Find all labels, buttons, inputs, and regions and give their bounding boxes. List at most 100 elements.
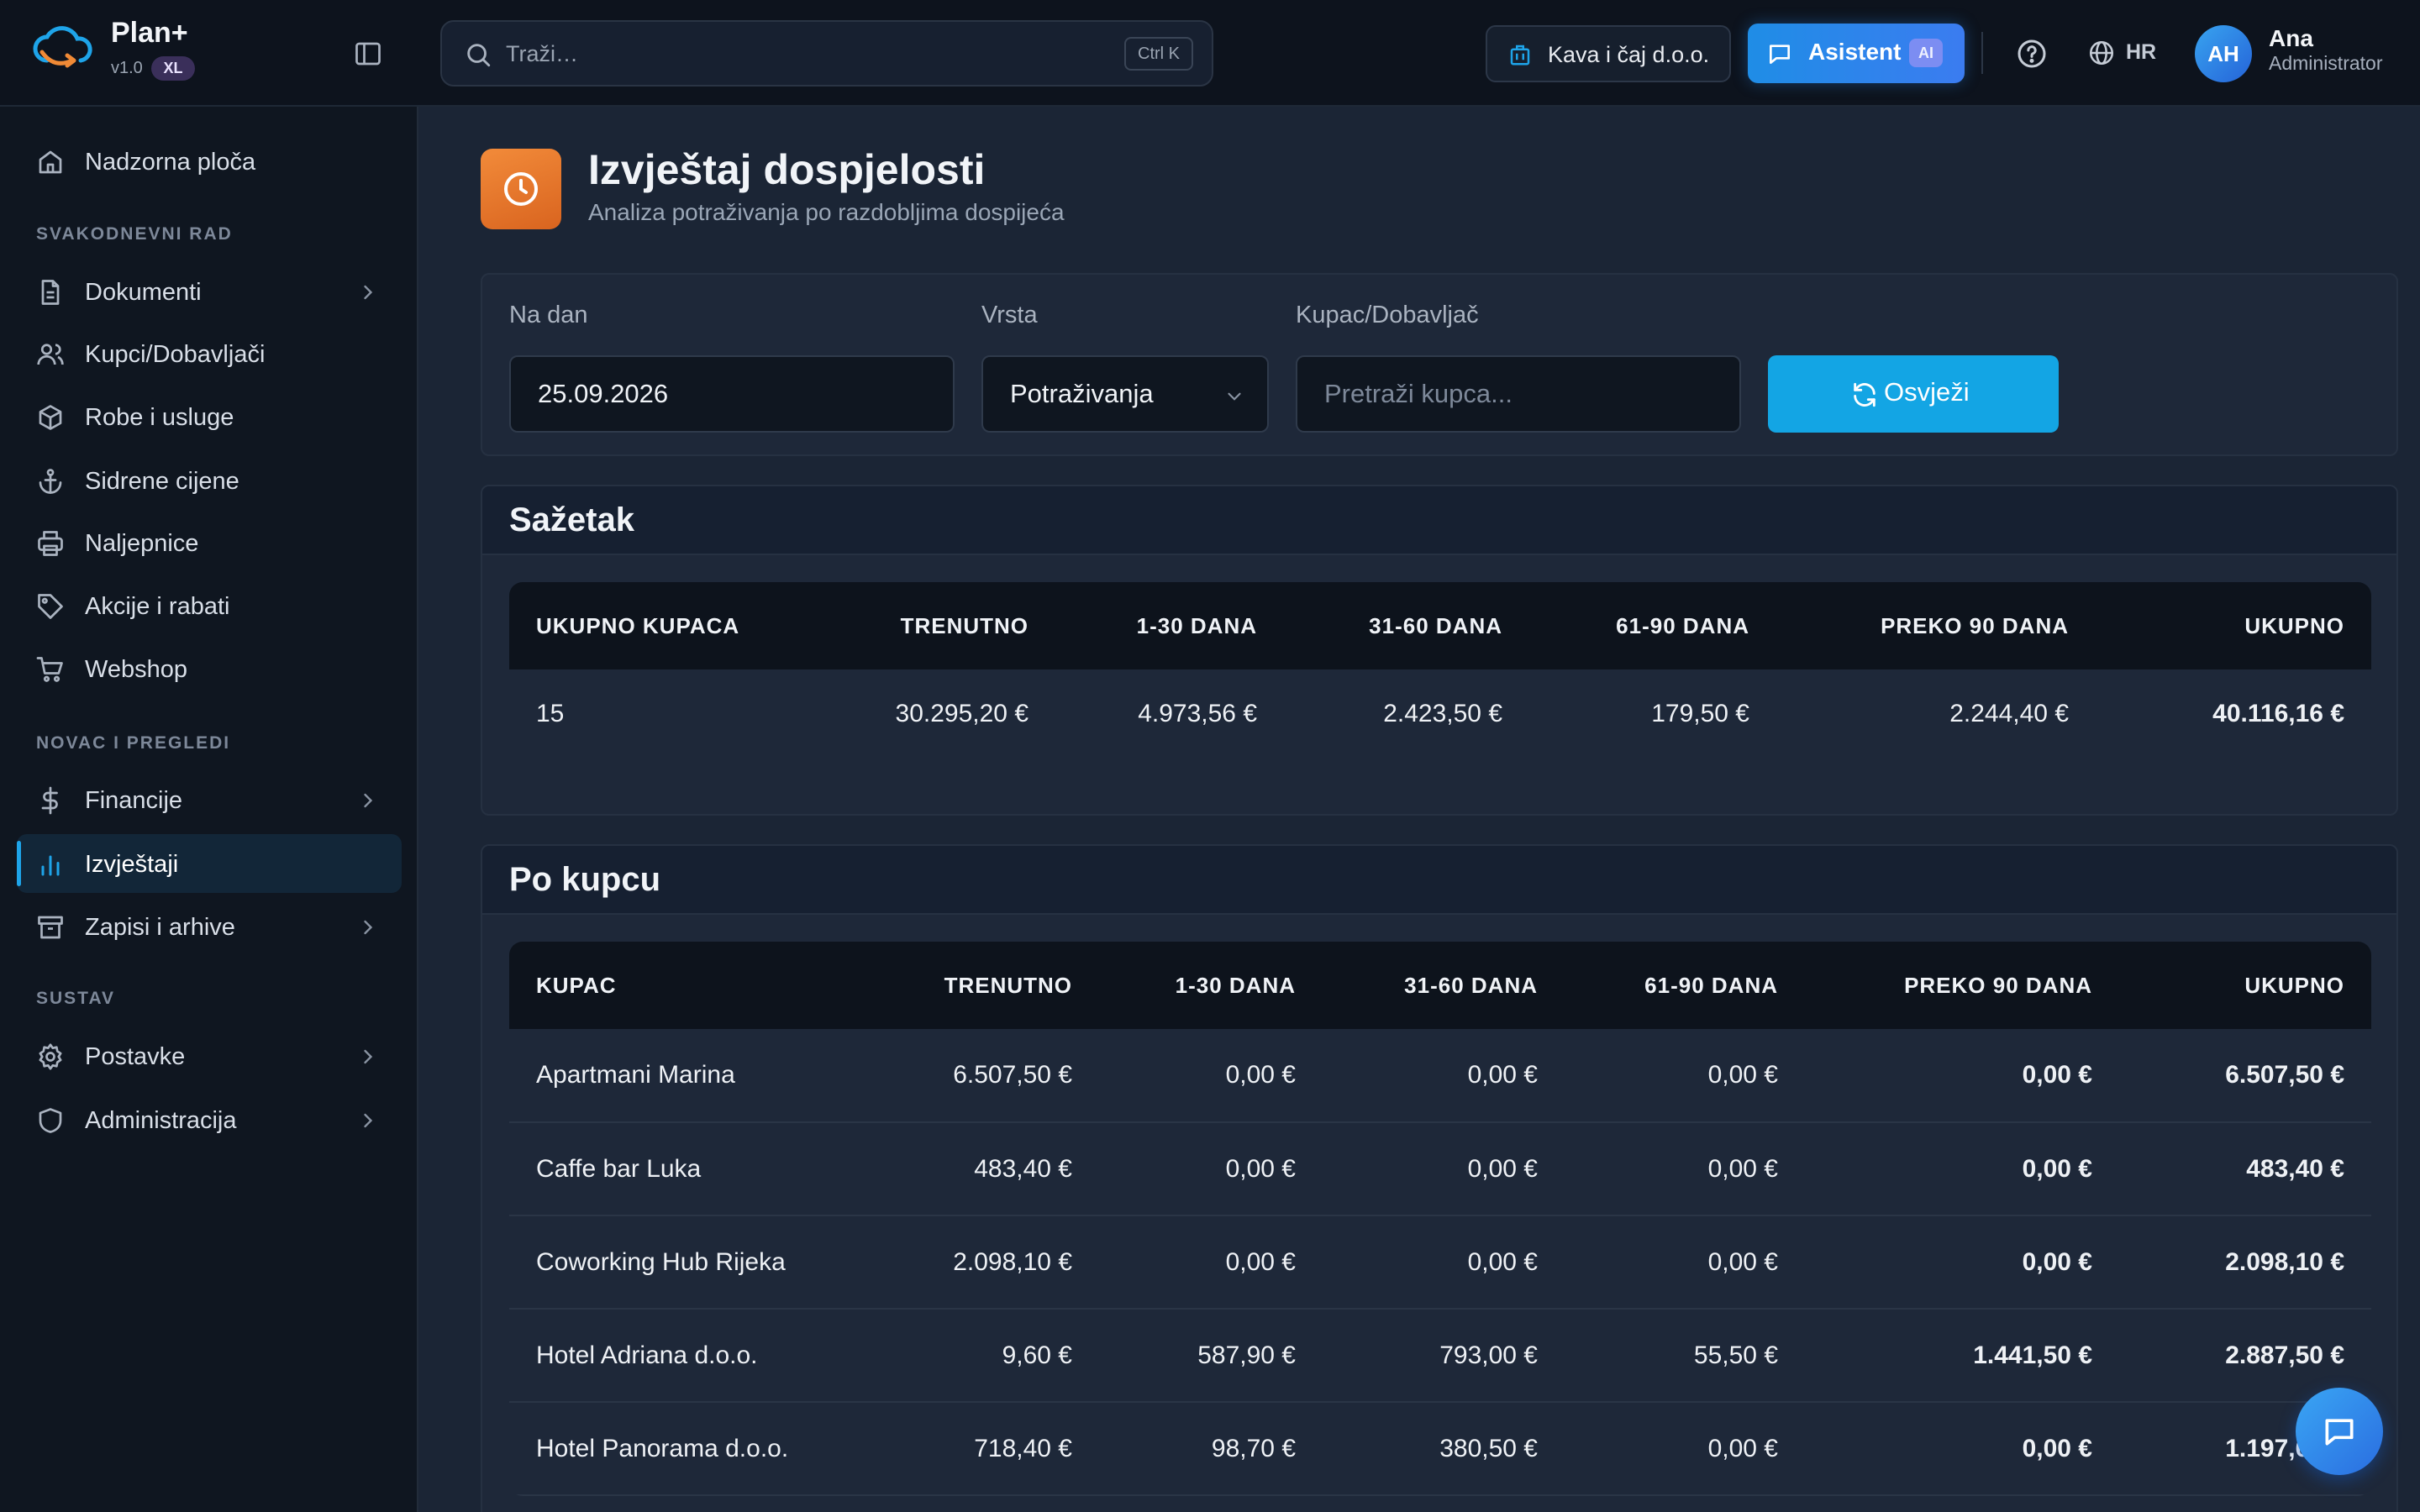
- home-icon: [39, 150, 62, 174]
- sidebar-item-label: Dokumenti: [85, 279, 202, 306]
- assistant-label: Asistent: [1808, 39, 1902, 65]
- sidebar-item-labels[interactable]: Naljepnice: [17, 513, 402, 572]
- table-cell: 2.098,10 €: [953, 1247, 1072, 1276]
- cloud-logo-icon: [33, 26, 92, 68]
- company-selector-button[interactable]: Kava i čaj d.o.o.: [1486, 25, 1731, 82]
- table-cell: 30.295,20 €: [895, 700, 1028, 727]
- chat-bubble-icon: [2325, 1419, 2354, 1446]
- column-header: TRENUTNO: [900, 612, 1028, 638]
- table-cell: 6.507,50 €: [953, 1061, 1072, 1089]
- table-cell: 0,00 €: [1467, 1154, 1538, 1183]
- summary-row: 15 30.295,20 € 4.973,56 € 2.423,50 € 179…: [509, 669, 2371, 759]
- by-customer-header: Po kupcu: [482, 846, 2396, 915]
- language-code: HR: [2126, 40, 2157, 64]
- column-header: PREKO 90 DANA: [1904, 972, 2092, 998]
- sidebar-item-dashboard[interactable]: Nadzorna ploča: [17, 132, 402, 191]
- search-shortcut-hint: Ctrl K: [1124, 37, 1193, 71]
- table-cell: 0,00 €: [1225, 1154, 1296, 1183]
- table-cell: 4.973,56 €: [1138, 700, 1257, 727]
- date-field[interactable]: [509, 355, 955, 433]
- sidebar-item-label: Sidrene cijene: [85, 468, 239, 495]
- sidebar-item-promotions[interactable]: Akcije i rabati: [17, 576, 402, 635]
- table-cell: 2.423,50 €: [1383, 700, 1502, 727]
- search-icon: [467, 44, 491, 67]
- table-cell: 483,40 €: [974, 1154, 1072, 1183]
- help-icon[interactable]: [2015, 37, 2049, 71]
- table-cell: 2.244,40 €: [1949, 700, 2069, 727]
- sidebar-item-reports[interactable]: Izvještaji: [17, 834, 402, 893]
- page-subtitle: Analiza potraživanja po razdobljima dosp…: [588, 199, 1065, 225]
- global-search[interactable]: Ctrl K: [440, 20, 1213, 87]
- customer-name: Coworking Hub Rijeka: [536, 1247, 786, 1276]
- type-select[interactable]: Potraživanja: [981, 355, 1269, 433]
- sidebar-item-label: Webshop: [85, 656, 187, 683]
- table-cell: 0,00 €: [1707, 1154, 1778, 1183]
- sidebar-item-administration[interactable]: Administracija: [17, 1090, 402, 1149]
- table-row[interactable]: Coworking Hub Rijeka 2.098,10 € 0,00 € 0…: [509, 1215, 2371, 1309]
- app-root: Plan+ v1.0 XL Ctrl K Kava i čaj d.o.o. A…: [0, 0, 2420, 1512]
- column-header: 1-30 DANA: [1175, 972, 1296, 998]
- type-label: Vrsta: [981, 302, 1038, 328]
- table-cell: 0,00 €: [1467, 1247, 1538, 1276]
- chevron-right-icon: [364, 285, 373, 300]
- search-input[interactable]: [506, 35, 1044, 72]
- table-cell: 9,60 €: [1002, 1341, 1072, 1369]
- sidebar-item-label: Robe i usluge: [85, 404, 234, 431]
- refresh-button[interactable]: Osvježi: [1768, 355, 2059, 433]
- page-title: Izvještaj dospjelosti: [588, 146, 986, 193]
- column-header: 61-90 DANA: [1616, 612, 1749, 638]
- sidebar-toggle-icon[interactable]: [353, 39, 383, 69]
- ai-badge: AI: [1909, 39, 1943, 67]
- customer-name: Hotel Panorama d.o.o.: [536, 1434, 789, 1462]
- chat-icon: [1770, 45, 1790, 64]
- sidebar-item-label: Kupci/Dobavljači: [85, 341, 266, 368]
- table-row[interactable]: Hotel Adriana d.o.o. 9,60 € 587,90 € 793…: [509, 1309, 2371, 1402]
- user-role: Administrator: [2269, 52, 2383, 74]
- table-row[interactable]: Caffe bar Luka 483,40 € 0,00 € 0,00 € 0,…: [509, 1122, 2371, 1215]
- column-header: UKUPNO KUPACA: [536, 612, 740, 638]
- by-customer-title: Po kupcu: [509, 861, 661, 898]
- sidebar-item-anchor-prices[interactable]: Sidrene cijene: [17, 451, 402, 510]
- summary-table: UKUPNO KUPACA TRENUTNO 1-30 DANA 31-60 D…: [509, 582, 2371, 759]
- chat-fab-button[interactable]: [2296, 1388, 2383, 1475]
- sidebar-item-label: Naljepnice: [85, 530, 199, 557]
- dollar-icon: [41, 786, 58, 815]
- globe-icon: [2089, 40, 2114, 66]
- sidebar-item-documents[interactable]: Dokumenti: [17, 262, 402, 321]
- table-row[interactable]: Hotel Panorama d.o.o. 718,40 € 98,70 € 3…: [509, 1402, 2371, 1495]
- by-customer-table: KUPAC TRENUTNO 1-30 DANA 31-60 DANA 61-9…: [509, 942, 2371, 1496]
- sidebar-item-goods[interactable]: Robe i usluge: [17, 387, 402, 446]
- clock-icon: [504, 172, 538, 206]
- language-switcher[interactable]: HR: [2087, 37, 2163, 71]
- table-cell: 0,00 €: [2022, 1247, 2092, 1276]
- chevron-right-icon: [364, 920, 373, 935]
- table-cell: 0,00 €: [1225, 1247, 1296, 1276]
- refresh-icon: [1854, 382, 1876, 407]
- filter-panel: Na dan Vrsta Potraživanja Kupac/Dobavlja…: [481, 273, 2398, 456]
- type-select-value: Potraživanja: [1010, 379, 1154, 408]
- header-divider: [1981, 32, 1983, 74]
- assistant-button[interactable]: Asistent AI: [1748, 24, 1965, 83]
- sidebar: Nadzorna ploča SVAKODNEVNI RAD Dokumenti…: [0, 107, 418, 1512]
- by-customer-header-row: KUPAC TRENUTNO 1-30 DANA 31-60 DANA 61-9…: [509, 942, 2371, 1029]
- sidebar-item-webshop[interactable]: Webshop: [17, 639, 402, 698]
- sidebar-item-partners[interactable]: Kupci/Dobavljači: [17, 324, 402, 383]
- table-cell: 0,00 €: [2022, 1434, 2092, 1462]
- shield-icon: [39, 1108, 62, 1133]
- table-cell: 0,00 €: [1707, 1247, 1778, 1276]
- sidebar-item-label: Financije: [85, 787, 183, 814]
- table-cell: 2.098,10 €: [2225, 1247, 2344, 1276]
- sidebar-item-settings[interactable]: Postavke: [17, 1026, 402, 1085]
- brand-name: Plan+: [111, 17, 188, 49]
- table-cell: 483,40 €: [2246, 1154, 2344, 1183]
- printer-icon: [38, 531, 63, 556]
- table-row[interactable]: Apartmani Marina 6.507,50 € 0,00 € 0,00 …: [509, 1029, 2371, 1122]
- user-avatar[interactable]: AH: [2195, 25, 2252, 82]
- sidebar-item-finance[interactable]: Financije: [17, 770, 402, 829]
- column-header: 1-30 DANA: [1136, 612, 1257, 638]
- section-daily-work: SVAKODNEVNI RAD: [36, 224, 233, 244]
- plan-badge: XL: [151, 56, 195, 81]
- sidebar-item-records[interactable]: Zapisi i arhive: [17, 897, 402, 956]
- partner-search-input[interactable]: [1296, 355, 1741, 433]
- summary-header-row: UKUPNO KUPACA TRENUTNO 1-30 DANA 31-60 D…: [509, 582, 2371, 669]
